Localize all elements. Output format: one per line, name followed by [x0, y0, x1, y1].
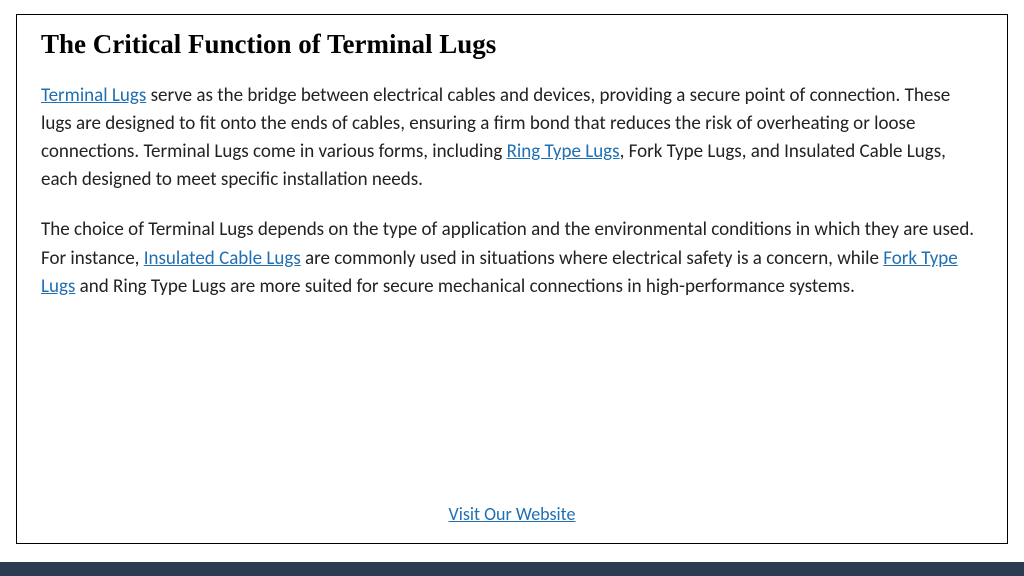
link-visit-website[interactable]: Visit Our Website	[449, 503, 576, 525]
link-ring-type-lugs[interactable]: Ring Type Lugs	[507, 140, 620, 163]
paragraph-2: The choice of Terminal Lugs depends on t…	[41, 216, 983, 300]
slide: The Critical Function of Terminal Lugs T…	[0, 0, 1024, 576]
text-segment: and Ring Type Lugs are more suited for s…	[75, 275, 855, 298]
link-insulated-cable-lugs[interactable]: Insulated Cable Lugs	[144, 247, 301, 270]
body-text: Terminal Lugs serve as the bridge betwee…	[41, 82, 983, 301]
text-segment: are commonly used in situations where el…	[301, 247, 884, 270]
paragraph-1: Terminal Lugs serve as the bridge betwee…	[41, 82, 983, 194]
link-terminal-lugs[interactable]: Terminal Lugs	[41, 84, 146, 107]
content-frame: The Critical Function of Terminal Lugs T…	[16, 14, 1008, 544]
page-title: The Critical Function of Terminal Lugs	[41, 29, 983, 60]
footer-bar	[0, 562, 1024, 576]
cta-container: Visit Our Website	[17, 503, 1007, 525]
